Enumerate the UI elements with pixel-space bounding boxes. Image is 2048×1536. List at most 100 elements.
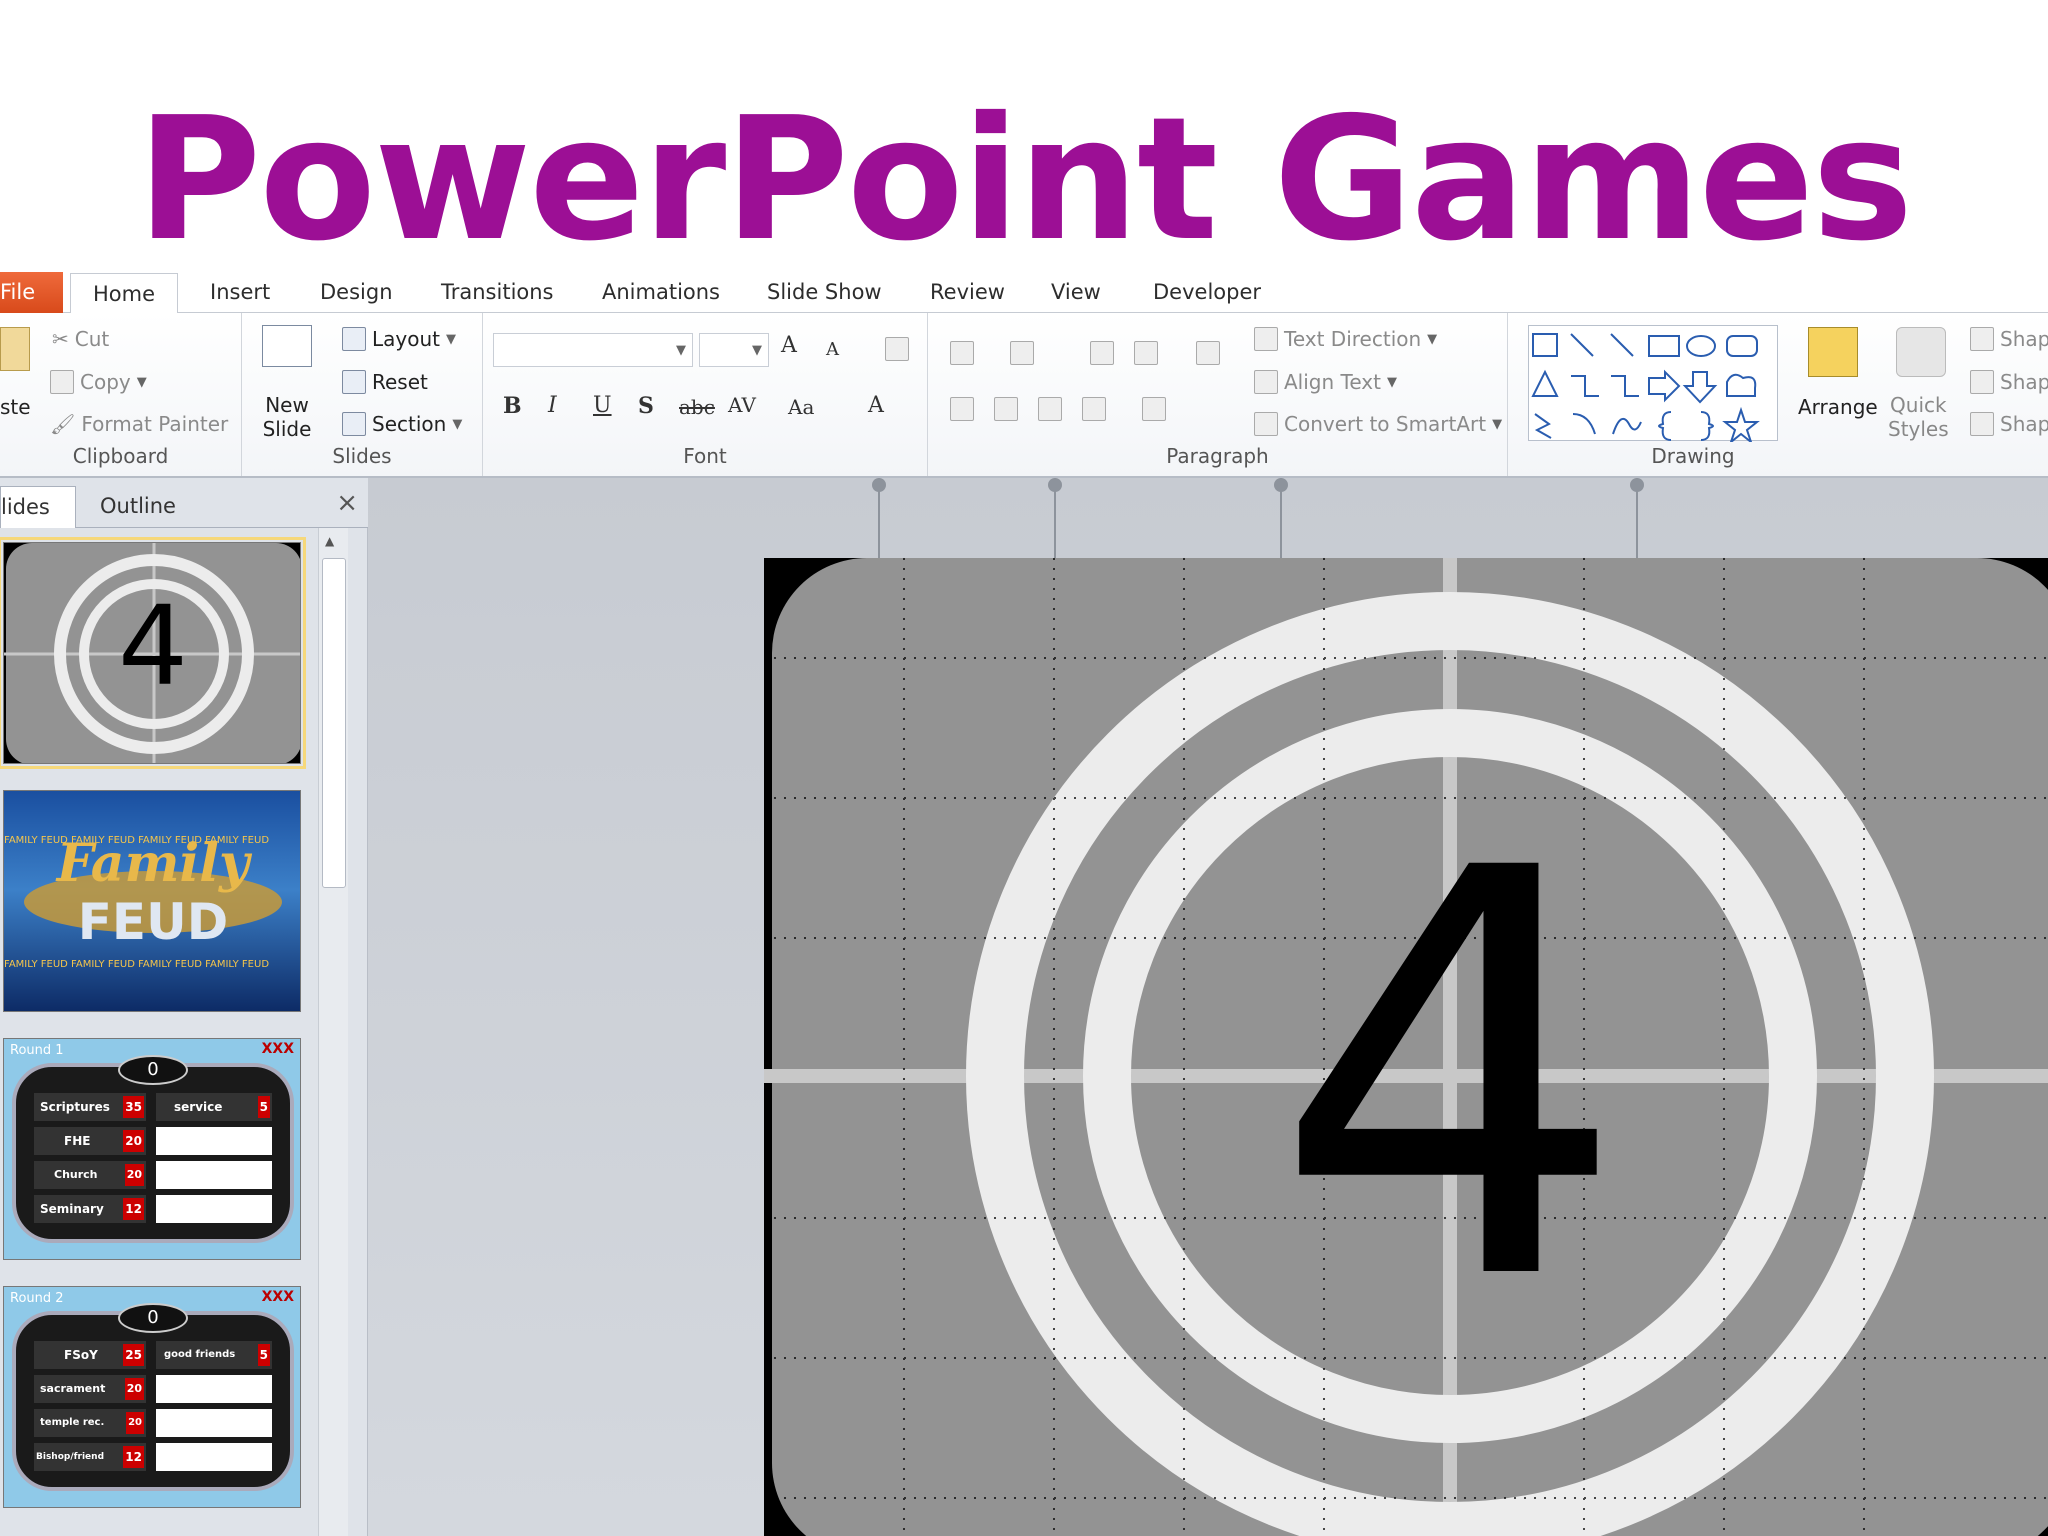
arrange-icon[interactable] (1808, 327, 1858, 377)
slides-label: Slides (332, 444, 392, 468)
font-name-select[interactable]: ▼ (493, 333, 693, 367)
numbering-icon[interactable] (1010, 341, 1034, 365)
answer-2: sacrament 20 (34, 1375, 146, 1403)
smartart-icon (1254, 412, 1278, 436)
underline-button[interactable]: U (593, 393, 612, 418)
justify-icon[interactable] (1082, 397, 1106, 421)
guide-handle[interactable] (1274, 478, 1288, 492)
slide-thumbnail-2[interactable]: FAMILY FEUD FAMILY FEUD FAMILY FEUD FAMI… (3, 790, 301, 1012)
columns-icon[interactable] (1142, 397, 1166, 421)
slide-thumbnail-3[interactable]: Round 1 XXX 0 Scriptures 35 FHE 20 Church 2… (3, 1038, 301, 1260)
cut-button[interactable]: ✂ Cut (52, 327, 109, 351)
shapes-gallery-icons (1531, 333, 1760, 445)
align-text-button[interactable]: Align Text ▼ (1254, 370, 1397, 394)
guide-handle[interactable] (872, 478, 886, 492)
text-direction-button[interactable]: Text Direction ▼ (1254, 327, 1437, 351)
copy-button[interactable]: Copy ▼ (50, 370, 147, 394)
tab-slide-show[interactable]: Slide Show (763, 272, 886, 313)
effects-icon (1970, 412, 1994, 436)
answer-3: temple rec. 20 (34, 1409, 146, 1437)
font-group: ▼ ▼ A A B I U S abc AV Aa A Font (483, 313, 928, 476)
convert-smartart-button[interactable]: Convert to SmartArt ▼ (1254, 412, 1502, 436)
shape-outline-button[interactable]: Shap (1970, 370, 2048, 394)
align-left-icon[interactable] (950, 397, 974, 421)
change-case-button[interactable]: Aa (788, 395, 814, 419)
format-painter-button[interactable]: 🖌 Format Painter (50, 412, 228, 436)
section-button[interactable]: Section ▼ (342, 412, 462, 436)
bold-button[interactable]: B (503, 393, 522, 419)
quick-styles-button[interactable]: Quick Styles (1888, 393, 1949, 441)
character-spacing-button[interactable]: AV (728, 393, 756, 417)
slide-thumbnail-1[interactable]: 4 (0, 537, 306, 769)
main-slide[interactable]: 4 (764, 558, 2048, 1536)
grow-font-button[interactable]: A (781, 333, 797, 358)
banner: PowerPoint Games (0, 0, 2048, 278)
round-label: Round 2 (10, 1291, 64, 1306)
answer-3: Church 20 (34, 1161, 146, 1189)
layout-button[interactable]: Layout ▼ (342, 327, 456, 351)
fill-bucket-icon (1970, 327, 1994, 351)
new-slide-button[interactable]: New Slide (252, 393, 322, 441)
scroll-thumb[interactable] (322, 558, 346, 888)
paragraph-label: Paragraph (1166, 444, 1269, 468)
italic-button[interactable]: I (548, 393, 557, 418)
shrink-font-button[interactable]: A (826, 339, 839, 360)
bullets-icon[interactable] (950, 341, 974, 365)
tab-design[interactable]: Design (316, 272, 397, 313)
slide-thumbnail-4[interactable]: Round 2 XXX 0 FSoY 25 sacrament 20 temple … (3, 1286, 301, 1508)
shape-effects-button[interactable]: Shap (1970, 412, 2048, 436)
close-icon[interactable]: × (336, 488, 358, 518)
paragraph-group: Text Direction ▼ Align Text ▼ Convert to S… (928, 313, 1508, 476)
strikethrough-button[interactable]: abc (679, 395, 715, 419)
chevron-down-icon: ▼ (446, 331, 456, 347)
paste-icon[interactable] (0, 327, 30, 371)
paste-button[interactable]: ste (0, 395, 31, 419)
arrange-button[interactable]: Arrange (1798, 395, 1878, 419)
copy-icon (50, 370, 74, 394)
tab-home[interactable]: Home (70, 273, 178, 314)
shapes-gallery[interactable] (1528, 325, 1778, 445)
banner-title: PowerPoint Games (136, 81, 1914, 279)
ribbon-tabs: File Home Insert Design Transitions Anim… (0, 272, 2048, 314)
font-size-select[interactable]: ▼ (699, 333, 769, 367)
round-label: Round 1 (10, 1043, 64, 1058)
answer-5: good friends 5 (156, 1341, 272, 1369)
clipboard-label: Clipboard (72, 444, 169, 468)
increase-indent-icon[interactable] (1134, 341, 1158, 365)
reset-button[interactable]: Reset (342, 370, 428, 394)
score: 0 (118, 1303, 188, 1333)
brush-icon: 🖌 (50, 412, 76, 436)
tab-slides[interactable]: lides (0, 486, 76, 528)
shape-fill-button[interactable]: Shap (1970, 327, 2048, 351)
strikes: XXX (261, 1041, 294, 1057)
tab-view[interactable]: View (1047, 272, 1105, 313)
strikes: XXX (261, 1289, 294, 1305)
font-color-button[interactable]: A (868, 393, 884, 418)
tab-transitions[interactable]: Transitions (437, 272, 558, 313)
ribbon: ste ✂ Cut Copy ▼ 🖌 Format Painter Clipboard… (0, 313, 2048, 478)
tab-insert[interactable]: Insert (206, 272, 274, 313)
clear-formatting-icon[interactable] (885, 337, 909, 361)
decrease-indent-icon[interactable] (1090, 341, 1114, 365)
section-icon (342, 412, 366, 436)
tab-outline[interactable]: Outline (84, 486, 192, 528)
quick-styles-icon[interactable] (1896, 327, 1946, 377)
answer-1: FSoY 25 (34, 1341, 146, 1369)
line-spacing-icon[interactable] (1196, 341, 1220, 365)
answer-2: FHE 20 (34, 1127, 146, 1155)
panel-tabs: lides Outline × (0, 478, 368, 528)
guide-handle[interactable] (1048, 478, 1062, 492)
tab-developer[interactable]: Developer (1149, 272, 1265, 313)
shadow-button[interactable]: S (638, 393, 654, 419)
pen-icon (1970, 370, 1994, 394)
new-slide-icon[interactable] (262, 325, 312, 367)
tab-review[interactable]: Review (926, 272, 1009, 313)
align-center-icon[interactable] (994, 397, 1018, 421)
tab-animations[interactable]: Animations (598, 272, 724, 313)
tab-file[interactable]: File (0, 272, 63, 313)
panel-scrollbar[interactable]: ▲ (318, 528, 348, 1536)
chevron-down-icon: ▼ (1427, 331, 1438, 347)
guide-handle[interactable] (1630, 478, 1644, 492)
scroll-up-icon[interactable]: ▲ (325, 534, 334, 548)
align-right-icon[interactable] (1038, 397, 1062, 421)
